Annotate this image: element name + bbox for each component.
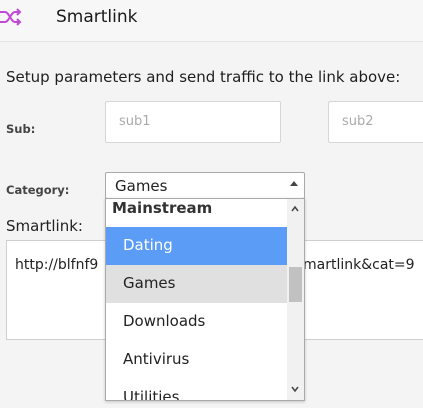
option-dating[interactable]: Dating [106, 227, 288, 265]
option-games[interactable]: Games [106, 265, 288, 303]
chevron-up-icon [290, 181, 298, 186]
smartlink-url-start: http://blfnf9 [15, 257, 99, 273]
sub1-input[interactable]: sub1 [105, 101, 281, 143]
dropdown-scrollbar[interactable] [287, 199, 304, 400]
scroll-up-icon[interactable] [291, 205, 299, 213]
category-dropdown-list[interactable]: Mainstream Dating Games Downloads Antivi… [105, 198, 305, 401]
option-antivirus[interactable]: Antivirus [106, 341, 288, 379]
shuffle-icon [0, 8, 22, 26]
smartlink-label: Smartlink: [6, 217, 83, 235]
smartlink-url-end: martlink&cat=9 [303, 257, 415, 273]
category-select[interactable]: Games [105, 172, 305, 199]
header-bar: Smartlink [0, 0, 423, 42]
option-downloads[interactable]: Downloads [106, 303, 288, 341]
sub2-input[interactable]: sub2 [328, 101, 423, 143]
option-utilities[interactable]: Utilities [106, 379, 288, 400]
scroll-down-icon[interactable] [291, 385, 299, 393]
page-title: Smartlink [56, 7, 138, 27]
category-label: Category: [6, 183, 70, 197]
category-selected-value: Games [115, 177, 168, 195]
sub-label: Sub: [6, 122, 36, 136]
scrollbar-thumb[interactable] [289, 267, 302, 302]
optgroup-mainstream: Mainstream [112, 199, 213, 217]
intro-text: Setup parameters and send traffic to the… [6, 68, 401, 86]
